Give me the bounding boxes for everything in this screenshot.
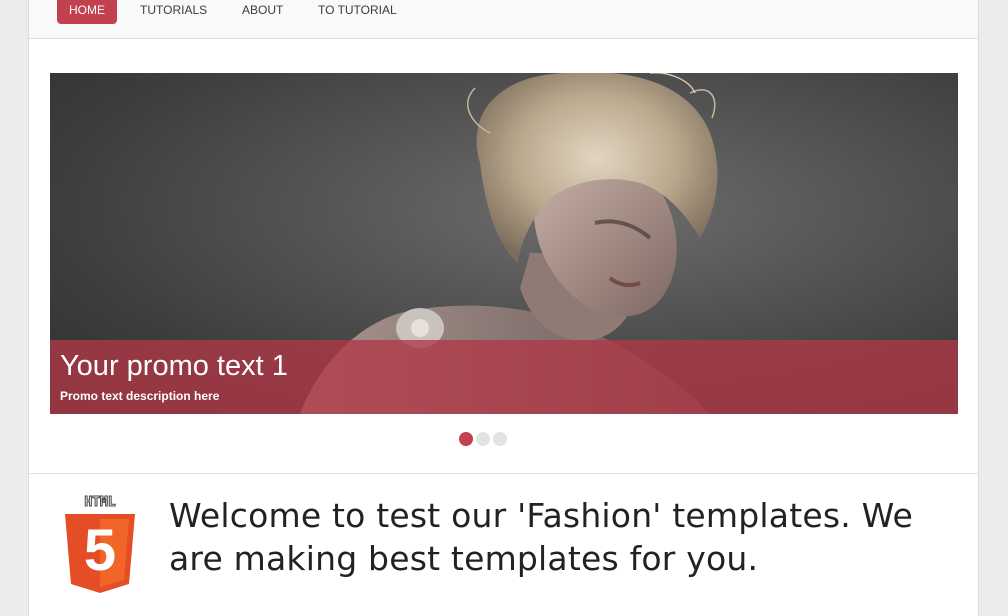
nav-tutorials-link[interactable]: TUTORIALS <box>140 0 207 24</box>
slider-dot-2[interactable] <box>476 432 490 446</box>
nav-about-link[interactable]: ABOUT <box>242 0 283 24</box>
promo-slider[interactable]: Your promo text 1 Promo text description… <box>50 73 958 414</box>
logo-glyph: 5 <box>84 518 116 583</box>
slider-dot-3[interactable] <box>493 432 507 446</box>
nav-to-tutorial-link[interactable]: TO TUTORIAL <box>318 0 397 24</box>
caption-description: Promo text description here <box>60 389 220 403</box>
welcome-heading: Welcome to test our 'Fashion' templates.… <box>169 496 914 578</box>
caption-title: Your promo text 1 <box>60 350 288 382</box>
slider-dot-1[interactable] <box>459 432 473 446</box>
nav-home-link[interactable]: HOME <box>57 0 117 24</box>
slide-caption: Your promo text 1 Promo text description… <box>50 340 958 414</box>
top-navigation: HOME TUTORIALS ABOUT TO TUTORIAL <box>29 0 978 39</box>
page-container: HOME TUTORIALS ABOUT TO TUTORIAL Your pr… <box>28 0 979 616</box>
logo-label: HTML <box>84 495 115 510</box>
html5-logo-icon: HTML 5 <box>65 495 135 593</box>
section-divider <box>29 473 978 474</box>
